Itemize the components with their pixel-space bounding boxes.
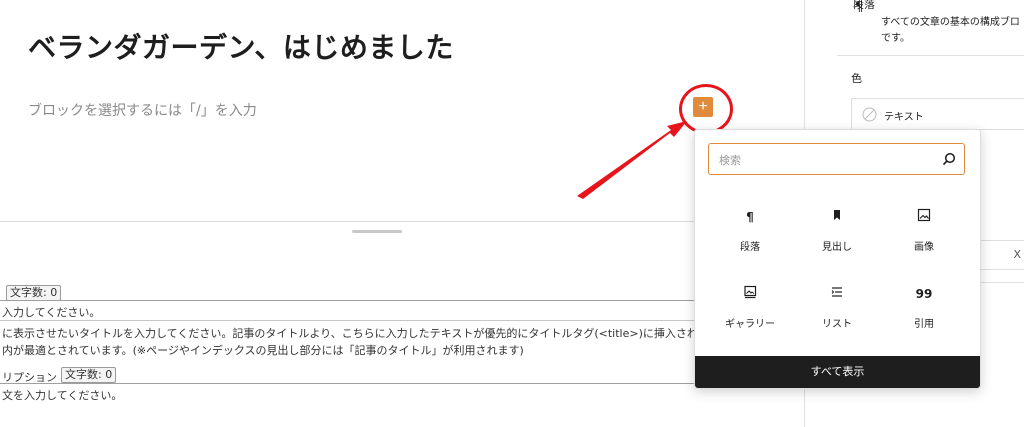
- title-description-2: 内が最適とされています。(※ページやインデックスの見出し部分には「記事のタイトル…: [2, 344, 524, 357]
- search-icon[interactable]: [942, 152, 956, 166]
- resize-handle[interactable]: [0, 221, 804, 243]
- block-inserter-popover: ¶ 段落 見出し 画像 ギャラリー リスト 99 引用 すべて表示: [694, 129, 981, 389]
- block-placeholder[interactable]: ブロックを選択するには「/」を入力: [28, 100, 257, 120]
- title-input-bottom: [0, 320, 700, 321]
- color-heading: 色: [851, 72, 862, 85]
- no-color-icon: [862, 107, 877, 122]
- block-option-label: 段落: [740, 242, 760, 253]
- description-char-count: 文字数: 0: [61, 367, 117, 383]
- paragraph-icon: ¶: [746, 210, 754, 224]
- gallery-icon: [710, 285, 790, 303]
- description-input-border: [0, 383, 700, 384]
- close-icon[interactable]: X: [1013, 248, 1021, 261]
- block-description-2: です。: [881, 33, 910, 44]
- block-option-image[interactable]: 画像: [884, 208, 964, 268]
- block-option-label: 引用: [914, 319, 934, 330]
- resize-grip-icon: [352, 230, 402, 233]
- block-search-input[interactable]: [717, 150, 941, 170]
- divider: [837, 55, 1024, 56]
- block-option-quote[interactable]: 99 引用: [884, 285, 964, 345]
- quote-icon: 99: [915, 287, 933, 301]
- show-all-button[interactable]: すべて表示: [695, 356, 980, 388]
- block-option-gallery[interactable]: ギャラリー: [710, 285, 790, 345]
- text-color-option[interactable]: テキスト: [851, 98, 1024, 130]
- title-input-border: [0, 300, 700, 301]
- block-option-heading[interactable]: 見出し: [797, 208, 877, 268]
- block-option-label: 見出し: [822, 242, 852, 253]
- block-option-label: 画像: [914, 242, 934, 253]
- list-icon: [797, 285, 877, 303]
- text-color-label: テキスト: [884, 112, 924, 123]
- bookmark-icon: [797, 208, 877, 226]
- block-option-label: ギャラリー: [725, 319, 775, 330]
- description-input[interactable]: 文を入力してください。: [2, 387, 122, 403]
- seo-meta-box: 文字数: 0 入力してください。 に表示させたいタイトルを入力してください。記事…: [0, 242, 804, 427]
- block-option-paragraph[interactable]: ¶ 段落: [710, 208, 790, 268]
- annotation-circle: [679, 84, 733, 134]
- editor-canvas: ベランダガーデン、はじめました ブロックを選択するには「/」を入力 + 文字数:…: [0, 0, 804, 427]
- title-input[interactable]: 入力してください。: [2, 304, 100, 320]
- block-option-label: リスト: [822, 319, 852, 330]
- block-description-1: すべての文章の基本の構成ブロ: [881, 17, 1020, 28]
- title-char-count: 文字数: 0: [6, 285, 62, 301]
- paragraph-icon: ¶: [855, 0, 864, 15]
- title-description-1: に表示させたいタイトルを入力してください。記事のタイトルより、こちらに入力したテ…: [2, 327, 730, 340]
- block-search-field[interactable]: [708, 143, 965, 175]
- image-icon: [884, 208, 964, 226]
- post-title[interactable]: ベランダガーデン、はじめました: [28, 26, 454, 66]
- block-option-list[interactable]: リスト: [797, 285, 877, 345]
